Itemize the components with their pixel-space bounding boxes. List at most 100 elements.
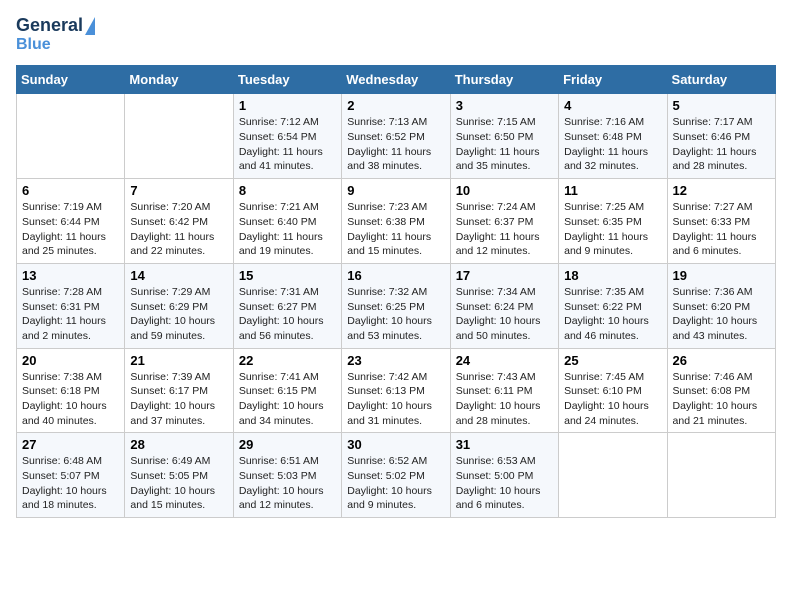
cell-content: Sunrise: 7:27 AM Sunset: 6:33 PM Dayligh… xyxy=(673,200,770,259)
day-number: 29 xyxy=(239,437,336,452)
calendar-cell: 30 Sunrise: 6:52 AM Sunset: 5:02 PM Dayli… xyxy=(342,433,450,518)
day-number: 27 xyxy=(22,437,119,452)
day-number: 8 xyxy=(239,183,336,198)
day-number: 14 xyxy=(130,268,227,283)
calendar-cell: 12 Sunrise: 7:27 AM Sunset: 6:33 PM Dayli… xyxy=(667,179,775,264)
day-number: 11 xyxy=(564,183,661,198)
calendar-cell: 31 Sunrise: 6:53 AM Sunset: 5:00 PM Dayli… xyxy=(450,433,558,518)
cell-content: Sunrise: 7:28 AM Sunset: 6:31 PM Dayligh… xyxy=(22,285,119,344)
calendar-cell: 15 Sunrise: 7:31 AM Sunset: 6:27 PM Dayli… xyxy=(233,263,341,348)
page-header: General Blue xyxy=(16,16,776,53)
calendar-cell: 13Sunrise: 7:28 AM Sunset: 6:31 PM Dayli… xyxy=(17,263,125,348)
calendar-cell: 6Sunrise: 7:19 AM Sunset: 6:44 PM Daylig… xyxy=(17,179,125,264)
calendar-week-row: 27Sunrise: 6:48 AM Sunset: 5:07 PM Dayli… xyxy=(17,433,776,518)
day-number: 25 xyxy=(564,353,661,368)
day-number: 15 xyxy=(239,268,336,283)
calendar-cell: 20Sunrise: 7:38 AM Sunset: 6:18 PM Dayli… xyxy=(17,348,125,433)
logo-blue: Blue xyxy=(16,36,51,54)
day-number: 9 xyxy=(347,183,444,198)
cell-content: Sunrise: 7:43 AM Sunset: 6:11 PM Dayligh… xyxy=(456,370,553,429)
day-number: 26 xyxy=(673,353,770,368)
day-number: 1 xyxy=(239,98,336,113)
cell-content: Sunrise: 7:12 AM Sunset: 6:54 PM Dayligh… xyxy=(239,115,336,174)
calendar-cell: 7 Sunrise: 7:20 AM Sunset: 6:42 PM Daylig… xyxy=(125,179,233,264)
cell-content: Sunrise: 7:41 AM Sunset: 6:15 PM Dayligh… xyxy=(239,370,336,429)
header-thursday: Thursday xyxy=(450,66,558,94)
day-number: 10 xyxy=(456,183,553,198)
calendar-cell: 14 Sunrise: 7:29 AM Sunset: 6:29 PM Dayli… xyxy=(125,263,233,348)
day-number: 3 xyxy=(456,98,553,113)
calendar-cell: 24 Sunrise: 7:43 AM Sunset: 6:11 PM Dayli… xyxy=(450,348,558,433)
cell-content: Sunrise: 7:23 AM Sunset: 6:38 PM Dayligh… xyxy=(347,200,444,259)
header-monday: Monday xyxy=(125,66,233,94)
cell-content: Sunrise: 7:45 AM Sunset: 6:10 PM Dayligh… xyxy=(564,370,661,429)
cell-content: Sunrise: 7:24 AM Sunset: 6:37 PM Dayligh… xyxy=(456,200,553,259)
day-number: 28 xyxy=(130,437,227,452)
calendar-cell: 28Sunrise: 6:49 AM Sunset: 5:05 PM Dayli… xyxy=(125,433,233,518)
day-number: 12 xyxy=(673,183,770,198)
calendar-cell xyxy=(667,433,775,518)
cell-content: Sunrise: 7:19 AM Sunset: 6:44 PM Dayligh… xyxy=(22,200,119,259)
day-number: 16 xyxy=(347,268,444,283)
calendar-cell: 11 Sunrise: 7:25 AM Sunset: 6:35 PM Dayli… xyxy=(559,179,667,264)
calendar-cell xyxy=(125,94,233,179)
cell-content: Sunrise: 7:21 AM Sunset: 6:40 PM Dayligh… xyxy=(239,200,336,259)
header-friday: Friday xyxy=(559,66,667,94)
cell-content: Sunrise: 7:35 AM Sunset: 6:22 PM Dayligh… xyxy=(564,285,661,344)
logo-general: General xyxy=(16,16,83,36)
cell-content: Sunrise: 7:15 AM Sunset: 6:50 PM Dayligh… xyxy=(456,115,553,174)
day-number: 20 xyxy=(22,353,119,368)
calendar-cell: 17 Sunrise: 7:34 AM Sunset: 6:24 PM Dayli… xyxy=(450,263,558,348)
cell-content: Sunrise: 7:36 AM Sunset: 6:20 PM Dayligh… xyxy=(673,285,770,344)
calendar-cell: 4Sunrise: 7:16 AM Sunset: 6:48 PM Daylig… xyxy=(559,94,667,179)
calendar-cell xyxy=(559,433,667,518)
day-number: 19 xyxy=(673,268,770,283)
cell-content: Sunrise: 7:42 AM Sunset: 6:13 PM Dayligh… xyxy=(347,370,444,429)
calendar-cell: 29Sunrise: 6:51 AM Sunset: 5:03 PM Dayli… xyxy=(233,433,341,518)
calendar-cell: 5 Sunrise: 7:17 AM Sunset: 6:46 PM Daylig… xyxy=(667,94,775,179)
calendar-week-row: 6Sunrise: 7:19 AM Sunset: 6:44 PM Daylig… xyxy=(17,179,776,264)
calendar-cell: 19 Sunrise: 7:36 AM Sunset: 6:20 PM Dayli… xyxy=(667,263,775,348)
calendar-cell: 22 Sunrise: 7:41 AM Sunset: 6:15 PM Dayli… xyxy=(233,348,341,433)
cell-content: Sunrise: 6:53 AM Sunset: 5:00 PM Dayligh… xyxy=(456,454,553,513)
day-number: 5 xyxy=(673,98,770,113)
cell-content: Sunrise: 7:31 AM Sunset: 6:27 PM Dayligh… xyxy=(239,285,336,344)
day-number: 24 xyxy=(456,353,553,368)
header-tuesday: Tuesday xyxy=(233,66,341,94)
calendar-cell: 3 Sunrise: 7:15 AM Sunset: 6:50 PM Daylig… xyxy=(450,94,558,179)
day-number: 22 xyxy=(239,353,336,368)
calendar-cell: 21Sunrise: 7:39 AM Sunset: 6:17 PM Dayli… xyxy=(125,348,233,433)
calendar-cell: 8 Sunrise: 7:21 AM Sunset: 6:40 PM Daylig… xyxy=(233,179,341,264)
day-number: 2 xyxy=(347,98,444,113)
day-number: 30 xyxy=(347,437,444,452)
calendar-cell: 9 Sunrise: 7:23 AM Sunset: 6:38 PM Daylig… xyxy=(342,179,450,264)
cell-content: Sunrise: 7:25 AM Sunset: 6:35 PM Dayligh… xyxy=(564,200,661,259)
calendar-cell: 25 Sunrise: 7:45 AM Sunset: 6:10 PM Dayli… xyxy=(559,348,667,433)
header-wednesday: Wednesday xyxy=(342,66,450,94)
calendar-week-row: 1 Sunrise: 7:12 AM Sunset: 6:54 PM Daylig… xyxy=(17,94,776,179)
cell-content: Sunrise: 6:52 AM Sunset: 5:02 PM Dayligh… xyxy=(347,454,444,513)
cell-content: Sunrise: 7:46 AM Sunset: 6:08 PM Dayligh… xyxy=(673,370,770,429)
day-number: 17 xyxy=(456,268,553,283)
header-sunday: Sunday xyxy=(17,66,125,94)
header-saturday: Saturday xyxy=(667,66,775,94)
logo-triangle-icon xyxy=(85,17,95,35)
cell-content: Sunrise: 7:29 AM Sunset: 6:29 PM Dayligh… xyxy=(130,285,227,344)
day-number: 7 xyxy=(130,183,227,198)
cell-content: Sunrise: 7:13 AM Sunset: 6:52 PM Dayligh… xyxy=(347,115,444,174)
cell-content: Sunrise: 7:16 AM Sunset: 6:48 PM Dayligh… xyxy=(564,115,661,174)
calendar-week-row: 20Sunrise: 7:38 AM Sunset: 6:18 PM Dayli… xyxy=(17,348,776,433)
cell-content: Sunrise: 7:17 AM Sunset: 6:46 PM Dayligh… xyxy=(673,115,770,174)
day-number: 31 xyxy=(456,437,553,452)
calendar-cell: 10 Sunrise: 7:24 AM Sunset: 6:37 PM Dayli… xyxy=(450,179,558,264)
cell-content: Sunrise: 7:34 AM Sunset: 6:24 PM Dayligh… xyxy=(456,285,553,344)
calendar-cell: 2 Sunrise: 7:13 AM Sunset: 6:52 PM Daylig… xyxy=(342,94,450,179)
day-number: 18 xyxy=(564,268,661,283)
cell-content: Sunrise: 7:39 AM Sunset: 6:17 PM Dayligh… xyxy=(130,370,227,429)
calendar-cell: 16Sunrise: 7:32 AM Sunset: 6:25 PM Dayli… xyxy=(342,263,450,348)
cell-content: Sunrise: 7:20 AM Sunset: 6:42 PM Dayligh… xyxy=(130,200,227,259)
calendar-cell: 27Sunrise: 6:48 AM Sunset: 5:07 PM Dayli… xyxy=(17,433,125,518)
day-number: 23 xyxy=(347,353,444,368)
calendar-cell xyxy=(17,94,125,179)
calendar-table: SundayMondayTuesdayWednesdayThursdayFrid… xyxy=(16,65,776,518)
